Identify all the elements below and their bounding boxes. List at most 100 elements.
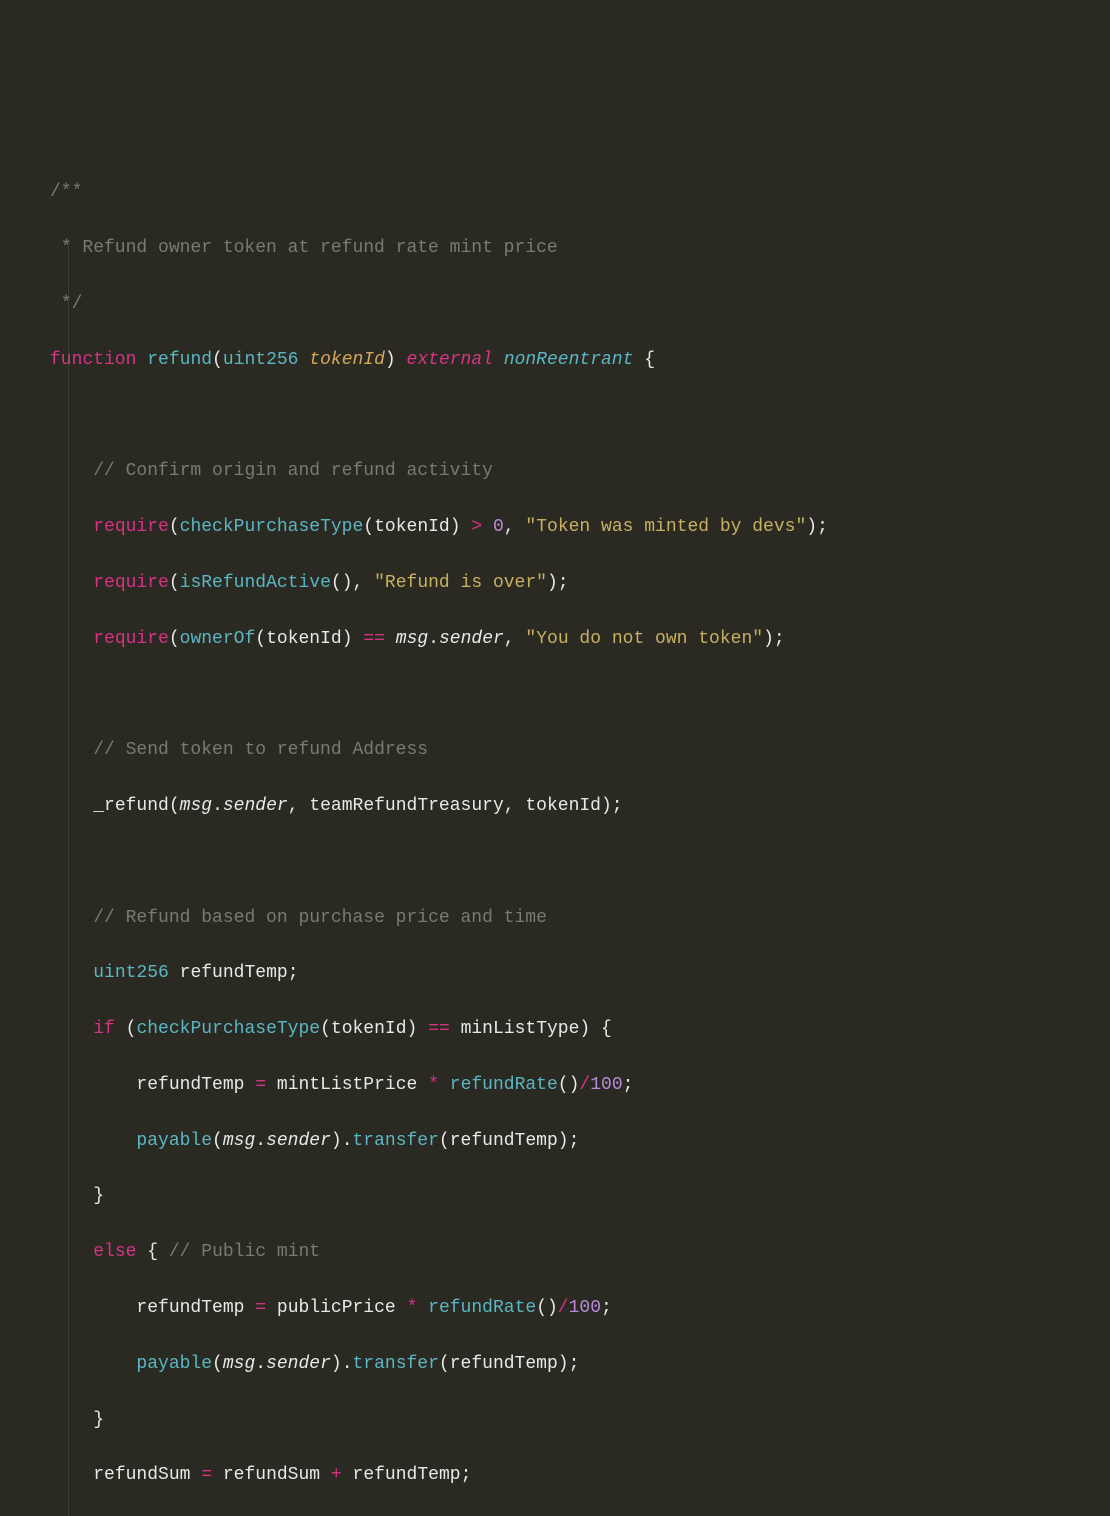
ident: refundTemp: [136, 1298, 244, 1318]
ident: refundSum: [93, 1465, 190, 1485]
brace: {: [601, 1019, 612, 1039]
operator: ==: [428, 1019, 450, 1039]
paren: );: [763, 629, 785, 649]
comma: ,: [288, 796, 299, 816]
paren: ): [407, 1019, 418, 1039]
paren: );: [558, 1354, 580, 1374]
code-line: uint256 refundTemp;: [50, 960, 1110, 988]
paren: (: [363, 517, 374, 537]
ident: refundTemp: [136, 1075, 244, 1095]
code-line: payable(msg.sender).transfer(refundTemp)…: [50, 1128, 1110, 1156]
function-name: refund: [147, 350, 212, 370]
call: _refund: [93, 796, 169, 816]
comment: /**: [50, 182, 82, 202]
brace: {: [633, 350, 655, 370]
ident: tokenId: [525, 796, 601, 816]
code-line: [50, 681, 1110, 709]
number: 0: [493, 517, 504, 537]
paren: (: [320, 1019, 331, 1039]
keyword-require: require: [93, 629, 169, 649]
ident: refundTemp: [450, 1131, 558, 1151]
dot: .: [255, 1354, 266, 1374]
code-line: refundSum = refundSum + refundTemp;: [50, 1462, 1110, 1490]
operator: =: [255, 1075, 266, 1095]
paren: ): [385, 350, 396, 370]
paren: );: [547, 573, 569, 593]
call: checkPurchaseType: [136, 1019, 320, 1039]
brace: }: [93, 1410, 104, 1430]
paren: ): [342, 629, 353, 649]
comma: ,: [504, 517, 515, 537]
ident: refundTemp: [353, 1465, 461, 1485]
code-line: // Send token to refund Address: [50, 737, 1110, 765]
comment: // Public mint: [169, 1242, 320, 1262]
paren: (: [169, 629, 180, 649]
comment: */: [50, 294, 82, 314]
comma: ,: [504, 796, 515, 816]
method: transfer: [353, 1354, 439, 1374]
paren: ).: [331, 1354, 353, 1374]
code-editor[interactable]: /** * Refund owner token at refund rate …: [0, 124, 1110, 1516]
number: 100: [569, 1298, 601, 1318]
code-line: // Confirm origin and refund activity: [50, 458, 1110, 486]
comment: // Confirm origin and refund activity: [93, 461, 493, 481]
sender: sender: [266, 1131, 331, 1151]
code-line: * Refund owner token at refund rate mint…: [50, 235, 1110, 263]
code-line: [50, 402, 1110, 430]
string: "You do not own token": [525, 629, 763, 649]
code-line: }: [50, 1407, 1110, 1435]
keyword-require: require: [93, 573, 169, 593]
call: checkPurchaseType: [180, 517, 364, 537]
operator: ==: [363, 629, 385, 649]
modifier-external: external: [407, 350, 493, 370]
msg: msg: [180, 796, 212, 816]
paren: (: [212, 350, 223, 370]
semicolon: ;: [623, 1075, 634, 1095]
operator: /: [579, 1075, 590, 1095]
type: uint256: [93, 963, 169, 983]
number: 100: [590, 1075, 622, 1095]
comma: ,: [353, 573, 364, 593]
paren: (: [169, 517, 180, 537]
paren: );: [806, 517, 828, 537]
ident: refundTemp: [180, 963, 288, 983]
paren: (: [169, 573, 180, 593]
sender: sender: [223, 796, 288, 816]
method: transfer: [353, 1131, 439, 1151]
operator: *: [407, 1298, 418, 1318]
paren: );: [558, 1131, 580, 1151]
code-line: require(isRefundActive(), "Refund is ove…: [50, 570, 1110, 598]
ident: publicPrice: [277, 1298, 396, 1318]
ident: teamRefundTreasury: [309, 796, 503, 816]
code-line: // Refund based on purchase price and ti…: [50, 905, 1110, 933]
code-line: _refund(msg.sender, teamRefundTreasury, …: [50, 793, 1110, 821]
msg: msg: [223, 1131, 255, 1151]
code-line: else { // Public mint: [50, 1239, 1110, 1267]
string: "Token was minted by devs": [525, 517, 806, 537]
code-line: refundTemp = publicPrice * refundRate()/…: [50, 1295, 1110, 1323]
string: "Refund is over": [374, 573, 547, 593]
comment: * Refund owner token at refund rate mint…: [50, 238, 558, 258]
code-line: */: [50, 291, 1110, 319]
call: ownerOf: [180, 629, 256, 649]
code-line: }: [50, 1183, 1110, 1211]
ident: refundTemp: [450, 1354, 558, 1374]
modifier-nonreentrant: nonReentrant: [504, 350, 634, 370]
brace: {: [147, 1242, 158, 1262]
type: uint256: [223, 350, 299, 370]
call: refundRate: [450, 1075, 558, 1095]
msg: msg: [396, 629, 428, 649]
paren: (): [331, 573, 353, 593]
call: payable: [136, 1131, 212, 1151]
operator: /: [558, 1298, 569, 1318]
operator: =: [201, 1465, 212, 1485]
ident: refundSum: [223, 1465, 320, 1485]
paren: (: [255, 629, 266, 649]
operator: *: [428, 1075, 439, 1095]
semicolon: ;: [288, 963, 299, 983]
keyword-else: else: [93, 1242, 136, 1262]
semicolon: ;: [461, 1465, 472, 1485]
dot: .: [255, 1131, 266, 1151]
dot: .: [428, 629, 439, 649]
code-line: refundTemp = mintListPrice * refundRate(…: [50, 1072, 1110, 1100]
